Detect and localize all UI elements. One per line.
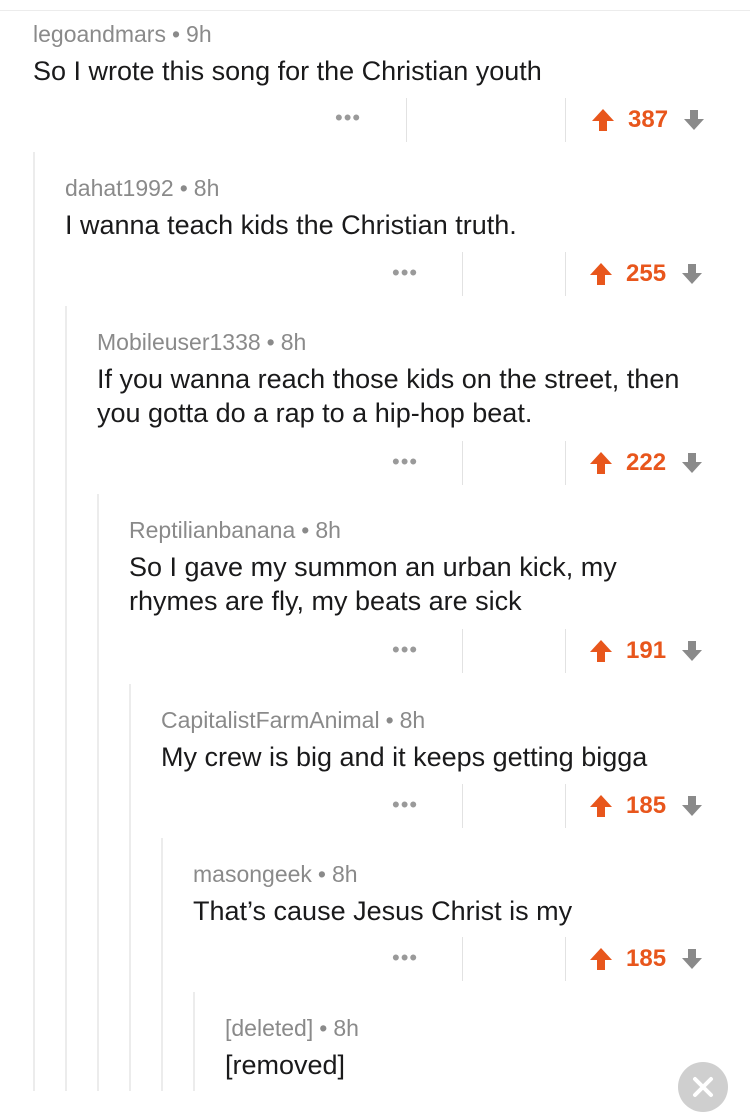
comment-body: If you wanna reach those kids on the str… bbox=[97, 364, 680, 428]
action-divider bbox=[462, 629, 463, 673]
comment-body: [removed] bbox=[225, 1050, 346, 1080]
comment-age: 8h bbox=[193, 175, 220, 201]
more-options-button[interactable]: ••• bbox=[392, 639, 418, 661]
comment-author[interactable]: dahat1992 bbox=[65, 175, 174, 201]
meta-separator: • bbox=[171, 21, 181, 47]
thread-line-3[interactable] bbox=[97, 494, 99, 1091]
vote-controls: 191 bbox=[588, 637, 704, 665]
vote-score: 222 bbox=[626, 449, 667, 476]
comment: masongeek • 8h That’s cause Jesus Christ i… bbox=[193, 860, 733, 928]
vote-score: 185 bbox=[626, 792, 667, 819]
comment-age: 8h bbox=[280, 329, 307, 355]
action-divider bbox=[462, 937, 463, 981]
comment: [deleted] • 8h [removed] bbox=[225, 1014, 665, 1082]
arrow-up-icon[interactable] bbox=[588, 793, 614, 819]
comment-body: So I wrote this song for the Christian y… bbox=[33, 56, 542, 86]
comment-age: 8h bbox=[399, 707, 426, 733]
comment: dahat1992 • 8h I wanna teach kids the Chri… bbox=[65, 174, 725, 242]
action-divider bbox=[406, 98, 407, 142]
comment-author[interactable]: Reptilianbanana bbox=[129, 517, 295, 543]
comment-meta: CapitalistFarmAnimal • 8h bbox=[161, 706, 741, 734]
comment: legoandmars • 9h So I wrote this song for … bbox=[33, 20, 723, 88]
vote-controls: 222 bbox=[588, 449, 704, 477]
comment: Mobileuser1338 • 8h If you wanna reach tho… bbox=[97, 328, 697, 430]
more-options-button[interactable]: ••• bbox=[335, 107, 361, 129]
action-divider bbox=[462, 441, 463, 485]
comment-meta: Reptilianbanana • 8h bbox=[129, 516, 689, 544]
vote-controls: 255 bbox=[588, 260, 704, 288]
arrow-down-icon[interactable] bbox=[680, 947, 704, 971]
arrow-up-icon[interactable] bbox=[590, 107, 616, 133]
comment-meta: [deleted] • 8h bbox=[225, 1014, 665, 1042]
arrow-up-icon[interactable] bbox=[588, 261, 614, 287]
action-divider bbox=[565, 937, 566, 981]
comment-age: 8h bbox=[333, 1015, 359, 1041]
comment-body: So I gave my summon an urban kick, my rh… bbox=[129, 552, 617, 616]
arrow-down-icon[interactable] bbox=[680, 451, 704, 475]
meta-separator: • bbox=[179, 175, 188, 201]
vote-controls: 387 bbox=[590, 106, 706, 134]
action-divider bbox=[565, 784, 566, 828]
thread-line-6[interactable] bbox=[193, 992, 195, 1091]
arrow-down-icon[interactable] bbox=[680, 794, 704, 818]
vote-score: 255 bbox=[626, 260, 667, 287]
comment-body: That’s cause Jesus Christ is my bbox=[193, 896, 573, 926]
comment-author[interactable]: masongeek bbox=[193, 861, 312, 887]
arrow-up-icon[interactable] bbox=[588, 450, 614, 476]
more-options-button[interactable]: ••• bbox=[392, 794, 418, 816]
action-divider bbox=[565, 629, 566, 673]
meta-separator: • bbox=[319, 1015, 328, 1041]
comment-meta: Mobileuser1338 • 8h bbox=[97, 328, 697, 356]
comment-meta: legoandmars • 9h bbox=[33, 20, 723, 48]
arrow-down-icon[interactable] bbox=[682, 108, 706, 132]
top-divider bbox=[0, 10, 750, 11]
meta-separator: • bbox=[266, 329, 275, 355]
comment-author: [deleted] bbox=[225, 1015, 314, 1041]
action-divider bbox=[565, 98, 566, 142]
comment-age: 9h bbox=[186, 21, 212, 47]
action-divider bbox=[462, 784, 463, 828]
comment-meta: masongeek • 8h bbox=[193, 860, 733, 888]
arrow-up-icon[interactable] bbox=[588, 946, 614, 972]
vote-controls: 185 bbox=[588, 792, 704, 820]
more-options-button[interactable]: ••• bbox=[392, 262, 418, 284]
arrow-down-icon[interactable] bbox=[680, 262, 704, 286]
arrow-down-icon[interactable] bbox=[680, 639, 704, 663]
meta-separator: • bbox=[317, 861, 326, 887]
vote-score: 191 bbox=[626, 637, 667, 664]
more-options-button[interactable]: ••• bbox=[392, 451, 418, 473]
action-divider bbox=[565, 441, 566, 485]
comment-body: My crew is big and it keeps getting bigg… bbox=[161, 742, 648, 772]
thread-line-4[interactable] bbox=[129, 684, 131, 1091]
vote-controls: 185 bbox=[588, 945, 704, 973]
meta-separator: • bbox=[301, 517, 310, 543]
comment-age: 8h bbox=[315, 517, 341, 543]
comment-author[interactable]: Mobileuser1338 bbox=[97, 329, 261, 355]
comment-author[interactable]: legoandmars bbox=[33, 21, 166, 47]
vote-score: 185 bbox=[626, 945, 667, 972]
vote-score: 387 bbox=[628, 106, 669, 133]
comment: CapitalistFarmAnimal • 8h My crew is big a… bbox=[161, 706, 741, 774]
meta-separator: • bbox=[385, 707, 394, 733]
comment-body: I wanna teach kids the Christian truth. bbox=[65, 210, 517, 240]
thread-line-2[interactable] bbox=[65, 306, 67, 1091]
comment-meta: dahat1992 • 8h bbox=[65, 174, 725, 202]
comment-age: 8h bbox=[331, 861, 358, 887]
comment-author[interactable]: CapitalistFarmAnimal bbox=[161, 707, 380, 733]
comment: Reptilianbanana • 8h So I gave my summon a… bbox=[129, 516, 689, 618]
arrow-up-icon[interactable] bbox=[588, 638, 614, 664]
thread-line-1[interactable] bbox=[33, 152, 35, 1091]
more-options-button[interactable]: ••• bbox=[392, 947, 418, 969]
close-icon bbox=[693, 1077, 713, 1097]
close-button[interactable] bbox=[678, 1062, 728, 1112]
action-divider bbox=[462, 252, 463, 296]
action-divider bbox=[565, 252, 566, 296]
thread-line-5[interactable] bbox=[161, 838, 163, 1091]
